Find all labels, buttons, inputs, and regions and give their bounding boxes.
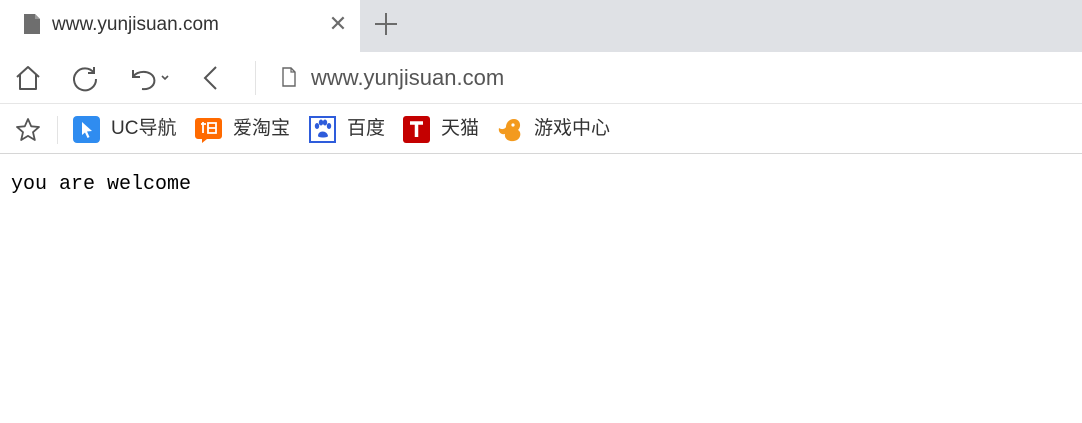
address-bar-url[interactable]: www.yunjisuan.com (311, 65, 504, 91)
bookmark-label: 百度 (347, 118, 386, 139)
star-icon[interactable] (14, 116, 42, 144)
undo-dropdown-icon[interactable] (126, 62, 174, 94)
bookmark-label: 游戏中心 (534, 118, 611, 139)
page-body-text: you are welcome (11, 173, 192, 196)
file-icon (24, 14, 40, 34)
home-icon[interactable] (12, 62, 44, 94)
taobao-icon (195, 117, 222, 143)
bookmark-taobao[interactable]: 爱淘宝 (195, 115, 290, 143)
bookmarks-bar: UC导航 爱淘宝 百度 天猫 游戏中心 (0, 104, 1082, 154)
active-tab[interactable]: www.yunjisuan.com ✕ (0, 0, 360, 52)
bookmarks-divider (57, 116, 58, 144)
bookmark-baidu[interactable]: 百度 (309, 115, 385, 143)
new-tab-plus-icon[interactable] (370, 8, 402, 40)
navigation-toolbar: www.yunjisuan.com (0, 52, 1082, 104)
bookmark-tmall[interactable]: 天猫 (403, 115, 479, 143)
bookmark-uc-nav[interactable]: UC导航 (73, 115, 176, 143)
back-arrow-icon[interactable] (196, 62, 228, 94)
tab-strip: www.yunjisuan.com ✕ (0, 0, 1082, 52)
bookmark-game-center[interactable]: 游戏中心 (496, 115, 610, 143)
tmall-icon (403, 115, 430, 143)
baidu-paw-icon (309, 115, 336, 143)
uc-nav-icon (73, 115, 100, 143)
tab-close-button[interactable]: ✕ (326, 12, 350, 36)
game-squirrel-icon (498, 118, 521, 141)
bookmark-label: 爱淘宝 (233, 118, 291, 139)
tab-title: www.yunjisuan.com (52, 14, 219, 35)
page-icon (282, 67, 296, 87)
reload-icon[interactable] (69, 62, 101, 94)
bookmark-label: 天猫 (441, 118, 480, 139)
toolbar-divider (255, 61, 256, 95)
bookmark-label: UC导航 (111, 118, 177, 139)
